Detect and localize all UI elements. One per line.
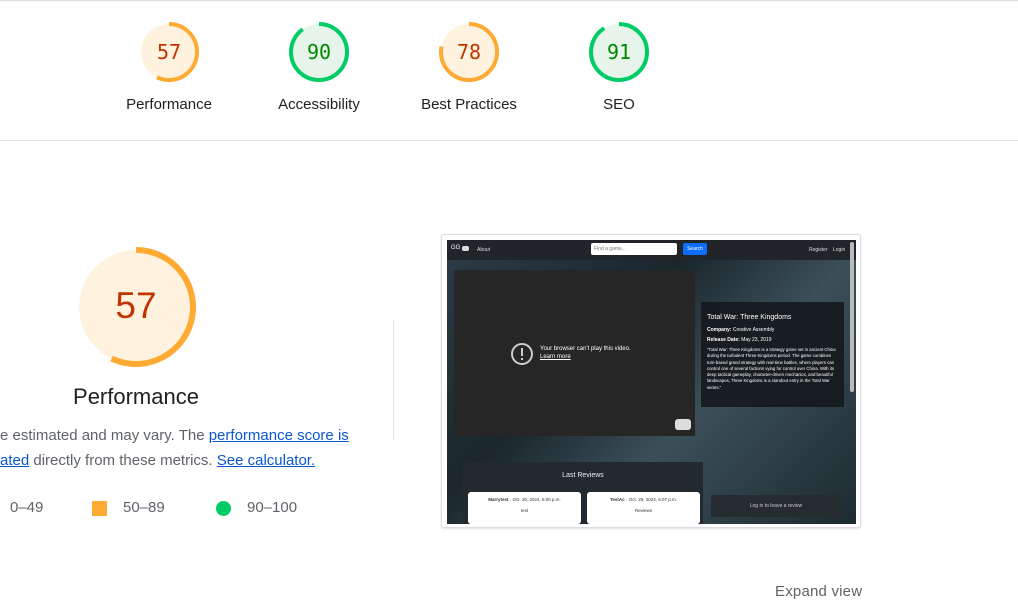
shot-login-prompt: Log in to leave a review [711, 495, 841, 517]
review-text: test [520, 508, 529, 513]
gauge-seo[interactable]: 91 SEO [544, 20, 694, 113]
shot-navbar: GG About Find a game... Search Register … [447, 240, 856, 260]
shot-scrollbar [850, 242, 854, 392]
company-value: Creative Assembly [732, 327, 775, 333]
circle-icon [216, 500, 231, 516]
shot-about: About [477, 247, 491, 253]
video-learn-more: Learn more [540, 354, 571, 360]
legend-average: 50–89 [92, 497, 165, 519]
shot-search-input: Find a game... [591, 243, 677, 255]
gauge-label: Best Practices [421, 96, 517, 113]
game-description: "Total War: Three Kingdoms is a strategy… [707, 347, 836, 390]
gauge-accessibility[interactable]: 90 Accessibility [244, 20, 394, 113]
shot-video: Your browser can't play this video. Lear… [454, 270, 695, 436]
legend-label: 90–100 [247, 499, 298, 516]
gauge-best-practices[interactable]: 78 Best Practices [394, 20, 544, 113]
shot-brand: GG [451, 245, 461, 251]
score-summary: 57 Performance 90 Accessibility 78 Best … [0, 0, 1018, 141]
description-text: e estimated and may vary. The [0, 427, 209, 444]
shot-login: Login [833, 247, 846, 253]
description-text-2: directly from these metrics. [29, 452, 217, 469]
performance-score-link[interactable]: performance score is [209, 427, 349, 444]
legend-label: 0–49 [10, 499, 44, 516]
vertical-divider [393, 320, 394, 440]
company-label: Company: [707, 327, 732, 333]
game-company: Company: Creative Assembly [707, 327, 774, 333]
gauge-score: 78 [456, 40, 482, 64]
gauge-performance[interactable]: 57 Performance [94, 20, 244, 113]
legend-fail: 0–49 [10, 497, 43, 519]
review-author: TestAc [610, 497, 625, 502]
square-icon [92, 500, 107, 516]
reviews-title: Last Reviews [562, 472, 604, 479]
shot-register: Register [809, 247, 828, 253]
review-author: Marrytest [488, 497, 509, 502]
release-label: Release Date: [707, 337, 740, 343]
legend-label: 50–89 [123, 499, 165, 516]
release-value: May 23, 2019 [741, 337, 772, 343]
review-meta: TestAc · Oct. 28, 2024, 6:07 p.m. [587, 497, 700, 502]
video-message: Your browser can't play this video. [540, 346, 631, 352]
shot-game-info: Total War: Three Kingdoms Company: Creat… [701, 302, 844, 407]
legend-pass: 90–100 [216, 497, 297, 519]
gauge-score: 57 [156, 40, 182, 64]
shot-reviews: Last Reviews Marrytest · Oct. 30, 2024, … [463, 462, 703, 524]
performance-score: 57 [115, 285, 157, 326]
shot-search-button: Search [683, 243, 707, 255]
gauge-label: SEO [603, 96, 635, 113]
youtube-icon [675, 419, 691, 430]
review-date: · Oct. 28, 2024, 6:07 p.m. [625, 497, 677, 502]
performance-description: e estimated and may vary. The performanc… [0, 423, 380, 473]
game-release: Release Date: May 23, 2019 [707, 337, 772, 343]
performance-score-link-cont[interactable]: ated [0, 452, 29, 469]
review-meta: Marrytest · Oct. 30, 2024, 6:00 p.m. [468, 497, 581, 502]
controller-icon [462, 246, 469, 251]
review-card: Marrytest · Oct. 30, 2024, 6:00 p.m. tes… [468, 492, 581, 524]
performance-title: Performance [73, 384, 199, 409]
final-screenshot[interactable]: GG About Find a game... Search Register … [441, 234, 861, 528]
alert-icon [511, 343, 533, 365]
gauge-score: 91 [606, 40, 632, 64]
review-card: TestAc · Oct. 28, 2024, 6:07 p.m. Review… [587, 492, 700, 524]
gauge-score: 90 [306, 40, 332, 64]
expand-view-button[interactable]: Expand view [775, 583, 862, 600]
review-date: · Oct. 30, 2024, 6:00 p.m. [509, 497, 561, 502]
gauge-label: Accessibility [278, 96, 360, 113]
review-text: Reviews [634, 508, 652, 513]
game-title: Total War: Three Kingdoms [707, 314, 792, 321]
see-calculator-link[interactable]: See calculator. [217, 452, 315, 469]
screenshot-content: GG About Find a game... Search Register … [447, 240, 856, 524]
gauge-label: Performance [126, 96, 212, 113]
